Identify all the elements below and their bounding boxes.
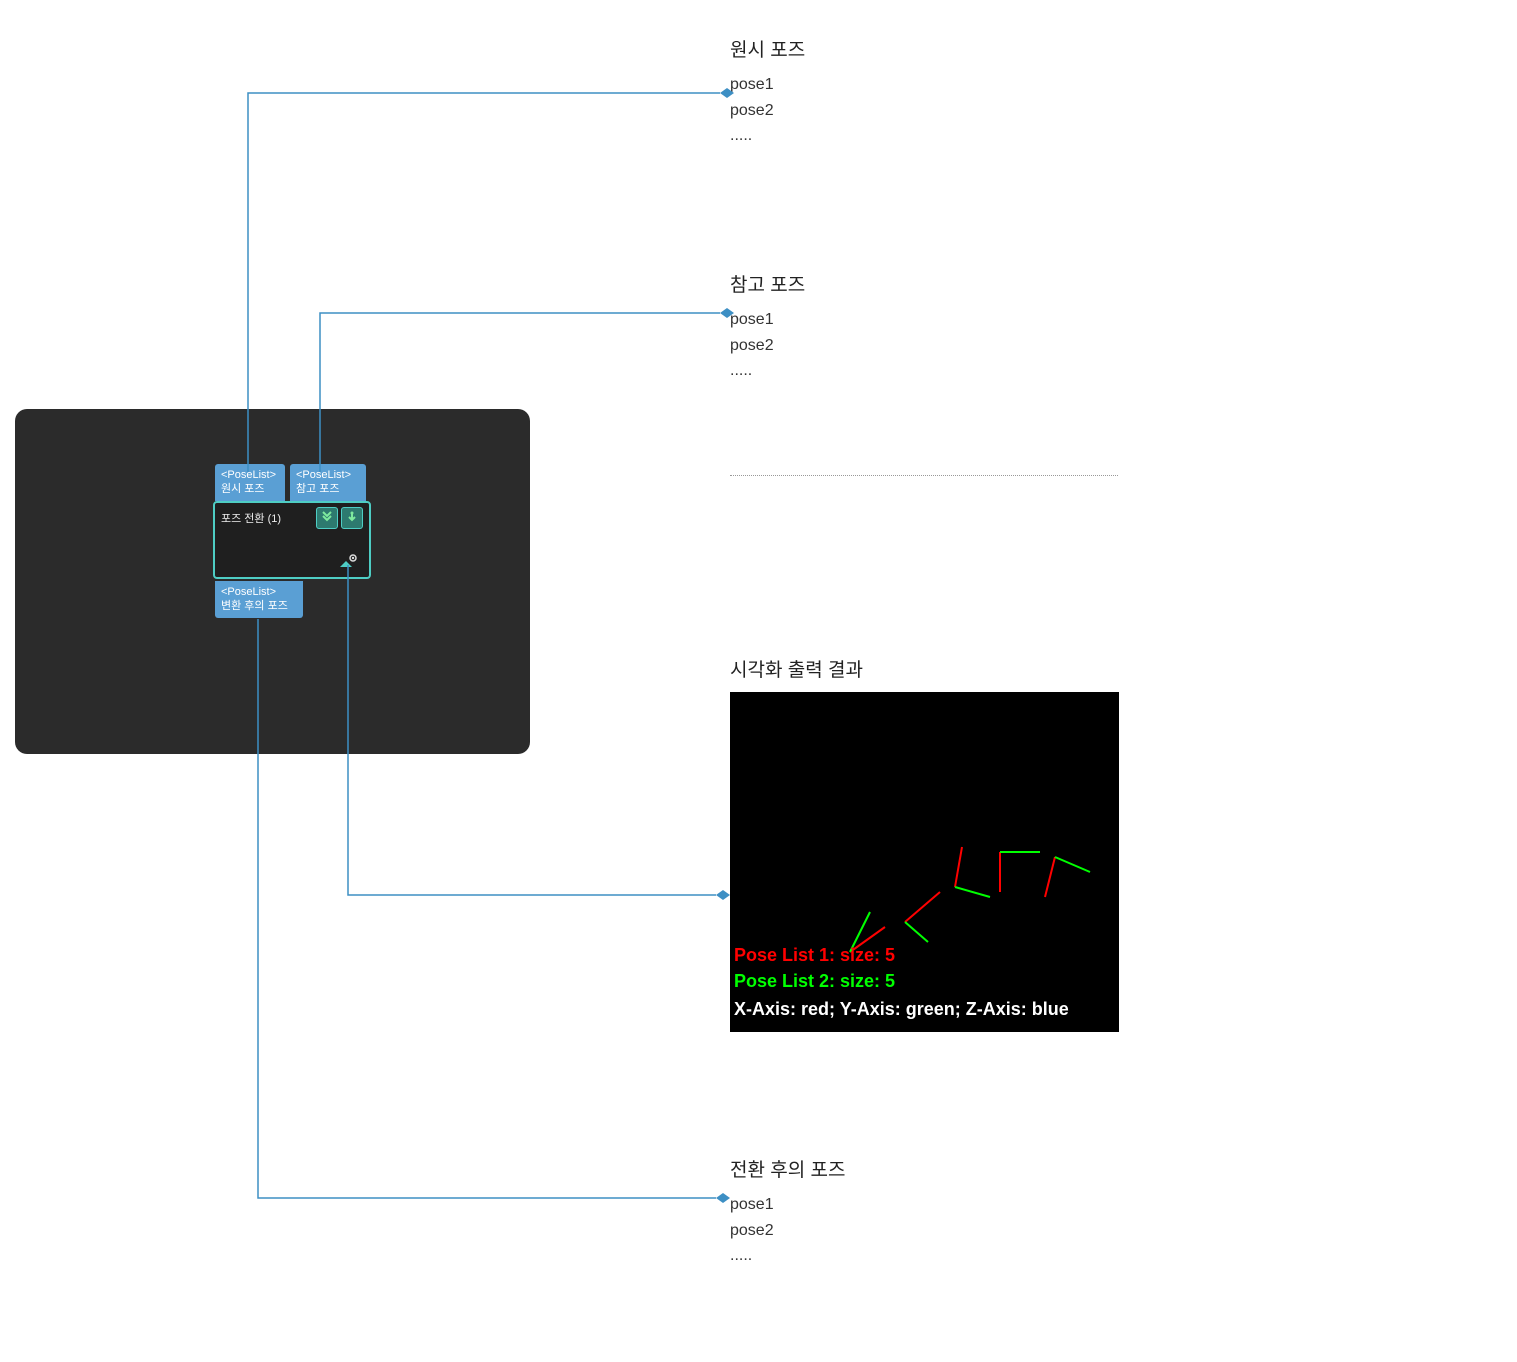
section-title: 원시 포즈 [730,35,805,62]
list-item: pose2 [730,1218,845,1244]
list-item: pose1 [730,307,805,333]
section-viz-output: 시각화 출력 결과 Pose List 1: size: 5 Pose List… [730,655,1119,1032]
viz-text-red: Pose List 1: size: 5 [734,945,895,966]
list-item: ..... [730,123,805,149]
node-panel: <PoseList> 원시 포즈 <PoseList> 참고 포즈 포즈 전환 … [15,409,530,754]
list-item: pose1 [730,72,805,98]
port-type-label: <PoseList> [296,468,360,482]
section-title: 전환 후의 포즈 [730,1155,845,1182]
section-raw-pose: 원시 포즈 pose1 pose2 ..... [730,35,805,149]
node-icons [316,507,363,529]
list-item: pose2 [730,98,805,124]
section-ref-pose: 참고 포즈 pose1 pose2 ..... [730,270,805,384]
port-name-label: 원시 포즈 [221,482,279,496]
divider [730,475,1118,476]
list-item: pose1 [730,1192,845,1218]
input-port-ref-pose[interactable]: <PoseList> 참고 포즈 [290,464,366,501]
viz-text-white: X-Axis: red; Y-Axis: green; Z-Axis: blue [734,999,1069,1020]
eye-icon[interactable] [337,551,361,571]
list-item: ..... [730,1243,845,1269]
section-title: 참고 포즈 [730,270,805,297]
input-port-raw-pose[interactable]: <PoseList> 원시 포즈 [215,464,285,501]
port-type-label: <PoseList> [221,585,297,599]
output-port-transformed[interactable]: <PoseList> 변환 후의 포즈 [215,581,303,618]
node-body[interactable]: 포즈 전환 (1) [213,501,371,579]
section-transformed-pose: 전환 후의 포즈 pose1 pose2 ..... [730,1155,845,1269]
port-name-label: 참고 포즈 [296,482,360,496]
viz-render: Pose List 1: size: 5 Pose List 2: size: … [730,692,1119,1032]
viz-text-green: Pose List 2: size: 5 [734,971,895,992]
dropdown-icon[interactable] [316,507,338,529]
port-type-label: <PoseList> [221,468,279,482]
list-item: pose2 [730,333,805,359]
section-title: 시각화 출력 결과 [730,655,1119,682]
list-item: ..... [730,358,805,384]
port-name-label: 변환 후의 포즈 [221,599,297,613]
node-title: 포즈 전환 (1) [221,513,281,525]
download-icon[interactable] [341,507,363,529]
